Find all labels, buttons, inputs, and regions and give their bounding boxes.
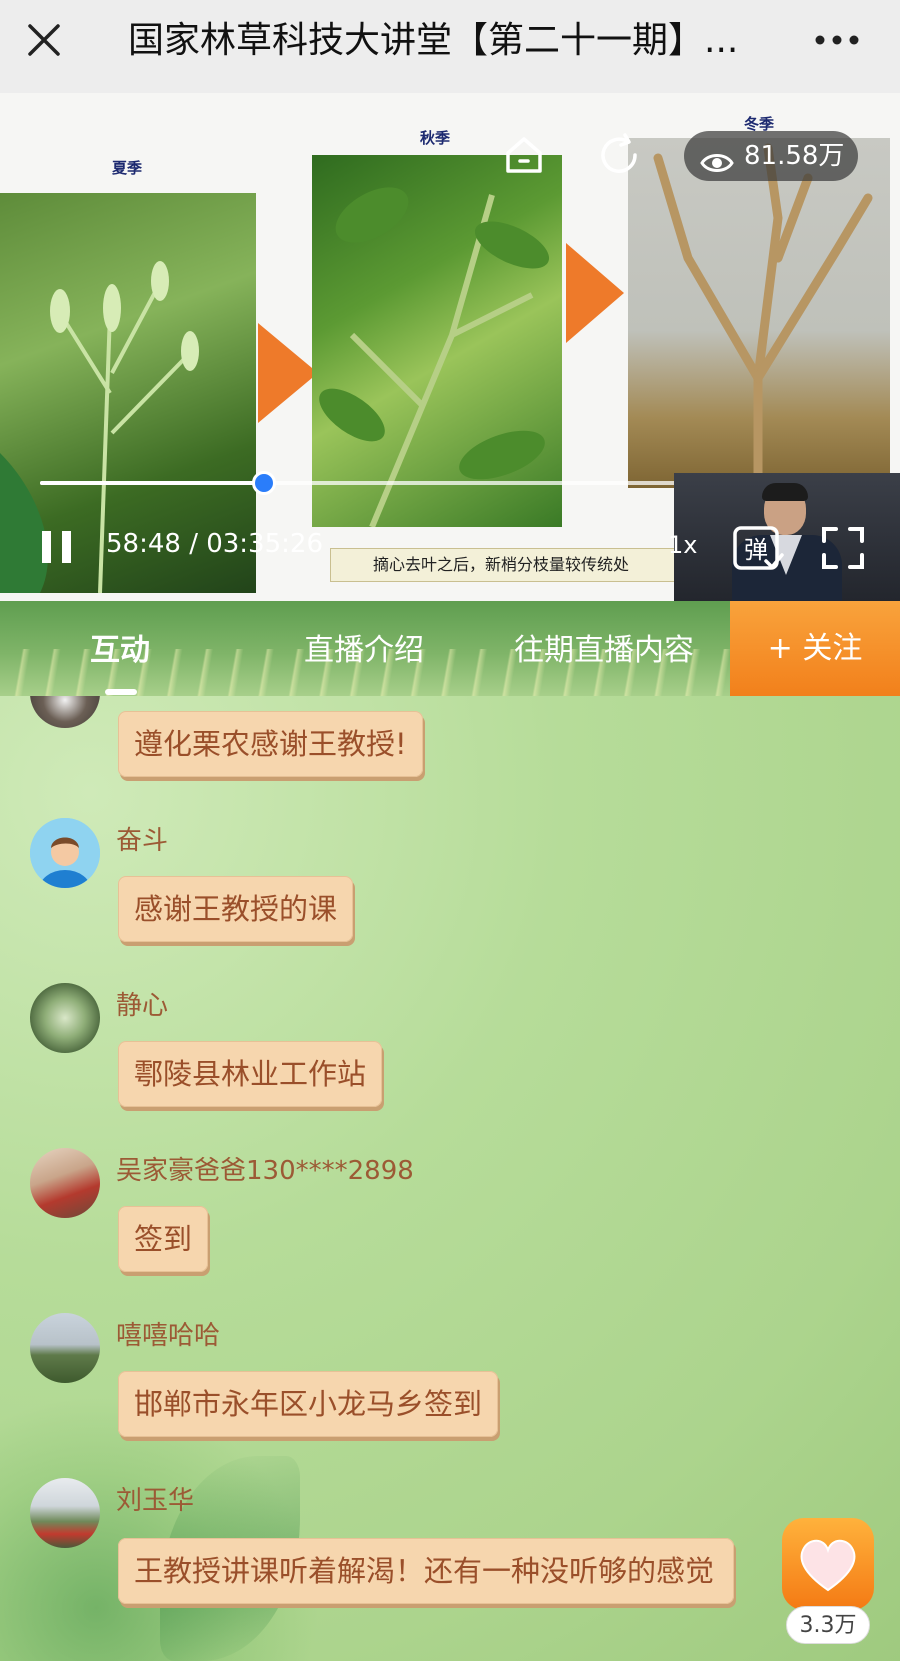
autumn-tree-photo xyxy=(312,155,562,527)
avatar[interactable] xyxy=(30,696,100,728)
chat-message: 感谢王教授的课 xyxy=(118,876,354,942)
close-icon[interactable] xyxy=(24,20,64,60)
playback-speed-button[interactable]: 1x xyxy=(668,531,697,559)
winter-tree-photo xyxy=(628,138,890,488)
avatar[interactable] xyxy=(30,983,100,1053)
chat-message: 遵化栗农感谢王教授! xyxy=(118,711,423,777)
slide-label-autumn: 秋季 xyxy=(420,129,451,147)
danmu-label: 弹 xyxy=(744,536,768,564)
video-player[interactable]: 夏季 秋季 冬季 摘心去叶之后，新梢分枝量较传统处 81.58万 58:48 /… xyxy=(0,93,900,601)
heart-icon xyxy=(800,1539,856,1592)
username: 静心 xyxy=(116,991,169,1021)
playback-time: 58:48 / 03:35:26 xyxy=(106,529,323,559)
chat-message: 签到 xyxy=(118,1206,209,1272)
like-count: 3.3万 xyxy=(786,1606,870,1644)
chat-message: 鄠陵县林业工作站 xyxy=(118,1041,383,1107)
tab-past-broadcasts[interactable]: 往期直播内容 xyxy=(514,625,694,669)
avatar[interactable] xyxy=(30,1313,100,1383)
avatar[interactable] xyxy=(30,1478,100,1548)
more-dots-icon[interactable] xyxy=(812,22,862,58)
view-count-badge: 81.58万 xyxy=(684,131,858,181)
presenter-video[interactable] xyxy=(674,473,900,601)
right-arrow-icon xyxy=(566,243,624,343)
follow-button[interactable]: + 关注 xyxy=(730,601,900,696)
username: 吴家豪爸爸130****2898 xyxy=(116,1156,414,1186)
progress-thumb[interactable] xyxy=(251,471,276,495)
chat-message: 邯郸市永年区小龙马乡签到 xyxy=(118,1371,499,1437)
like-button[interactable] xyxy=(782,1518,874,1610)
top-bar: 国家林草科技大讲堂【第二十一期】... xyxy=(0,0,900,93)
slide-caption: 摘心去叶之后，新梢分枝量较传统处 xyxy=(330,548,690,582)
tab-interaction[interactable]: 互动 xyxy=(90,625,150,669)
tab-live-intro[interactable]: 直播介绍 xyxy=(304,625,424,669)
view-count: 81.58万 xyxy=(744,141,845,171)
slide-label-summer: 夏季 xyxy=(112,159,143,177)
avatar[interactable] xyxy=(30,818,100,888)
pause-icon[interactable] xyxy=(40,531,74,565)
fullscreen-icon[interactable] xyxy=(820,525,866,571)
chat-message: 王教授讲课听着解渴！还有一种没听够的感觉 xyxy=(118,1538,734,1604)
danmu-toggle-icon[interactable]: 弹 xyxy=(732,525,784,573)
username: 奋斗 xyxy=(116,826,169,856)
right-arrow-icon xyxy=(258,323,318,423)
active-tab-indicator xyxy=(105,689,137,695)
home-icon[interactable] xyxy=(502,133,546,177)
chat-feed[interactable]: 遵化栗农感谢王教授! 奋斗 感谢王教授的课 静心 鄠陵县林业工作站 吴家豪爸爸1… xyxy=(0,696,900,1661)
eye-icon xyxy=(700,143,734,172)
tab-bar: 互动 直播介绍 往期直播内容 + 关注 xyxy=(0,601,900,696)
username: 刘玉华 xyxy=(116,1486,195,1516)
page-title: 国家林草科技大讲堂【第二十一期】... xyxy=(128,20,739,61)
avatar[interactable] xyxy=(30,1148,100,1218)
username: 嘻嘻哈哈 xyxy=(116,1321,221,1351)
progress-fill xyxy=(40,481,264,485)
rotate-icon[interactable] xyxy=(595,131,643,179)
